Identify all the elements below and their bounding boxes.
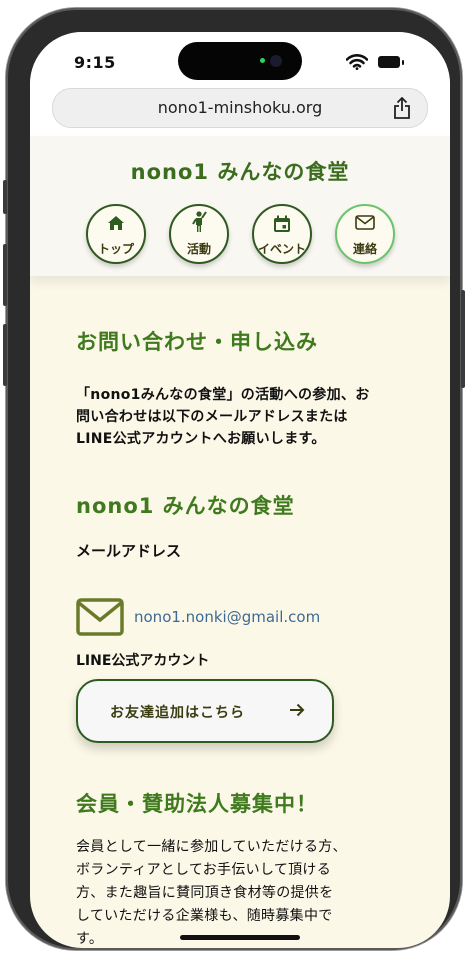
intro-line: 問い合わせは以下のメールアドレスまたは (76, 409, 348, 425)
nav-top[interactable]: トップ (86, 204, 146, 264)
members-line: 方、また趣旨に賛同頂き食材等の提供を (76, 885, 334, 901)
phone-frame: 9:15 nono1-minshoku.org nono1 みんなの食堂 トップ… (3, 8, 465, 950)
contact-title: お問い合わせ・申し込み (76, 330, 318, 354)
members-body: 会員として一緒に参加していただける方、 ボランティアとしてお手伝いして頂ける 方… (76, 836, 416, 948)
org-title: nono1 みんなの食堂 (76, 494, 295, 518)
nav-label: 連絡 (352, 242, 377, 256)
front-camera (270, 55, 282, 67)
address-bar[interactable]: nono1-minshoku.org (52, 88, 428, 128)
nav-contact[interactable]: 連絡 (335, 204, 395, 264)
home-indicator[interactable] (180, 935, 300, 940)
browser-toolbar: nono1-minshoku.org (30, 88, 450, 137)
nav-activity[interactable]: 活動 (169, 204, 229, 264)
power-button (461, 290, 465, 388)
members-line: していただける企業様も、随時募集中で (76, 908, 333, 924)
home-icon (108, 216, 124, 230)
main-nav: トップ 活動 イベント 連絡 (86, 204, 396, 268)
battery-icon (378, 56, 404, 68)
members-title: 会員・賛助法人募集中！ (76, 792, 318, 816)
nav-event[interactable]: イベント (252, 204, 312, 264)
site-header: nono1 みんなの食堂 トップ 活動 イベント 連絡 (30, 136, 450, 276)
nav-label: イベント (257, 242, 306, 256)
intro-line: 「nono1みんなの食堂」の活動への参加、お (76, 387, 370, 403)
members-line: 会員として一緒に参加していただける方、 (76, 839, 347, 855)
volume-up-button (3, 244, 7, 306)
line-label: LINE公式アカウント (76, 653, 210, 669)
line-add-friend-button[interactable]: お友達追加はこちら (76, 679, 334, 743)
email-label: メールアドレス (76, 542, 182, 560)
status-bar: 9:15 (30, 32, 450, 92)
email-row: nono1.nonki@gmail.com (76, 598, 320, 638)
status-time: 9:15 (74, 53, 116, 72)
dynamic-island (178, 42, 302, 80)
intro-line: LINE公式アカウントへお願いします。 (76, 431, 326, 447)
arrow-right-icon (290, 703, 305, 717)
calendar-icon (274, 215, 290, 232)
contact-intro: 「nono1みんなの食堂」の活動への参加、お 問い合わせは以下のメールアドレスま… (76, 384, 416, 450)
share-icon[interactable] (393, 97, 411, 119)
url-text: nono1-minshoku.org (157, 98, 323, 117)
line-button-label: お友達追加はこちら (110, 705, 245, 721)
site-brand[interactable]: nono1 みんなの食堂 (30, 156, 450, 186)
members-line: ボランティアとしてお手伝いして頂ける (76, 862, 332, 878)
action-button (3, 180, 7, 214)
nav-label: トップ (97, 242, 134, 256)
email-link[interactable]: nono1.nonki@gmail.com (134, 608, 320, 626)
camera-indicator (260, 58, 265, 63)
wifi-icon (346, 54, 368, 70)
envelope-icon (76, 598, 124, 636)
mail-icon (355, 215, 375, 230)
nav-label: 活動 (186, 242, 211, 256)
screen: 9:15 nono1-minshoku.org nono1 みんなの食堂 トップ… (30, 32, 450, 948)
person-icon (192, 211, 207, 232)
volume-down-button (3, 324, 7, 386)
